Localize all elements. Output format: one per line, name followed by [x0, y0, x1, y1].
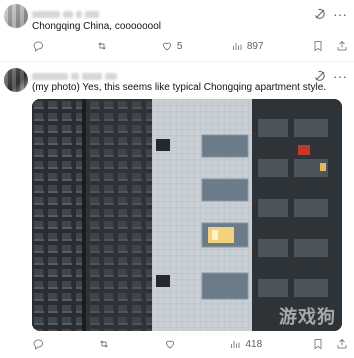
tweet-text: (my photo) Yes, this seems like typical … — [32, 82, 327, 93]
grok-icon[interactable] — [312, 6, 328, 22]
reply-icon — [33, 339, 43, 350]
heart-icon — [165, 340, 174, 349]
views-icon — [231, 341, 240, 348]
like-button[interactable]: 5 — [161, 38, 183, 54]
right-actions — [312, 38, 348, 54]
reply-button[interactable] — [32, 38, 48, 54]
views-button[interactable]: 418 — [229, 336, 262, 352]
author-name-blurred — [32, 8, 99, 20]
tweet[interactable]: ··· (my photo) Yes, this seems like typi… — [0, 62, 354, 358]
share-icon — [337, 40, 347, 51]
views-icon — [233, 43, 242, 50]
bookmark-icon — [314, 41, 322, 52]
repost-icon — [98, 42, 107, 50]
heart-icon — [162, 42, 171, 51]
tweet-actions: 5 897 — [32, 38, 348, 54]
views-count: 897 — [246, 40, 264, 52]
like-button[interactable] — [164, 336, 180, 352]
tweet-photo[interactable]: 游戏狗 — [32, 99, 342, 331]
more-horizontal-icon[interactable]: ··· — [332, 6, 348, 22]
tweet-actions: 418 — [32, 336, 348, 352]
share-icon — [337, 338, 347, 349]
more-horizontal-icon[interactable]: ··· — [332, 68, 348, 84]
reply-icon — [33, 41, 43, 52]
watermark-logo: 游戏狗 — [279, 307, 336, 328]
repost-button[interactable] — [98, 336, 114, 352]
reply-button[interactable] — [32, 336, 48, 352]
repost-button[interactable] — [96, 38, 112, 54]
right-actions — [312, 336, 348, 352]
avatar[interactable] — [4, 68, 28, 92]
like-count: 5 — [176, 40, 183, 52]
apartment-photo — [32, 99, 342, 331]
tweet-text: Chongqing China, coooooool — [32, 21, 161, 32]
views-button[interactable]: 897 — [231, 38, 264, 54]
tweet[interactable]: ··· Chongqing China, coooooool 5 897 — [0, 0, 354, 62]
repost-icon — [100, 340, 108, 348]
share-button[interactable] — [336, 38, 348, 54]
avatar[interactable] — [4, 4, 28, 28]
views-count: 418 — [245, 338, 263, 350]
share-button[interactable] — [336, 336, 348, 352]
bookmark-button[interactable] — [312, 38, 324, 54]
bookmark-button[interactable] — [312, 336, 324, 352]
bookmark-icon — [314, 339, 322, 350]
